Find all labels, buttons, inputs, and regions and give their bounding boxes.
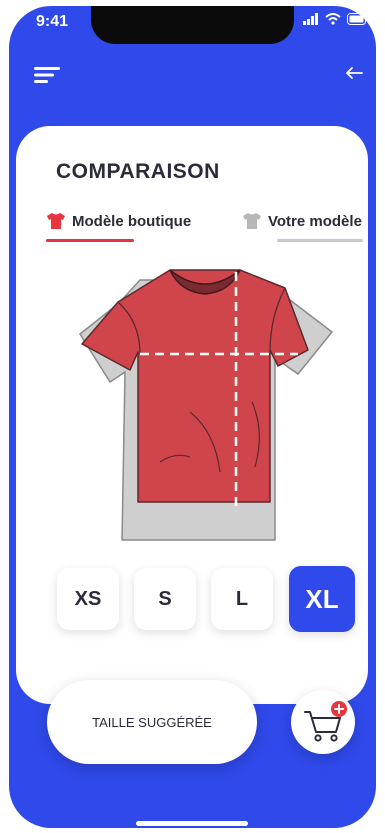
size-button-s[interactable]: S — [134, 568, 196, 630]
size-button-l[interactable]: L — [211, 568, 273, 630]
back-arrow-icon — [346, 67, 363, 79]
size-button-xs[interactable]: XS — [57, 568, 119, 630]
size-label-xs: XS — [74, 587, 102, 610]
signal-icon — [303, 13, 318, 25]
status-time: 9:41 — [36, 13, 69, 30]
status-icons — [303, 13, 369, 25]
tshirt-comparison-illustration — [79, 269, 333, 541]
wifi-icon — [325, 13, 341, 25]
menu-button[interactable] — [34, 64, 64, 86]
menu-icon — [34, 67, 60, 83]
tab-indicator-inactive — [277, 239, 363, 242]
add-to-cart-button[interactable] — [291, 690, 355, 754]
tshirt-icon — [47, 213, 65, 229]
back-button[interactable] — [341, 60, 367, 86]
size-label-l: L — [235, 587, 249, 610]
suggested-size-button[interactable]: TAILLE SUGGÉRÉE — [47, 680, 257, 764]
suggested-size-label: TAILLE SUGGÉRÉE — [92, 714, 212, 730]
page-title: COMPARAISON — [56, 160, 220, 183]
tab-label-shop-model: Modèle boutique — [72, 212, 192, 230]
cart-add-icon — [304, 701, 347, 742]
tshirt-icon — [243, 213, 261, 229]
phone-device: 9:41 COMPARAISON Modèle boutique Votre m… — [0, 0, 385, 833]
battery-icon — [347, 13, 369, 25]
size-label-xl: XL — [305, 583, 339, 614]
size-label-s: S — [158, 587, 172, 610]
notch — [91, 6, 294, 44]
size-button-xl[interactable]: XL — [289, 566, 355, 632]
tab-indicator-active — [46, 239, 134, 242]
home-indicator — [136, 821, 248, 826]
tab-label-your-model: Votre modèle — [268, 212, 362, 230]
tab-shop-model[interactable]: Modèle boutique — [46, 212, 191, 230]
tab-your-model[interactable]: Votre modèle — [242, 212, 362, 230]
